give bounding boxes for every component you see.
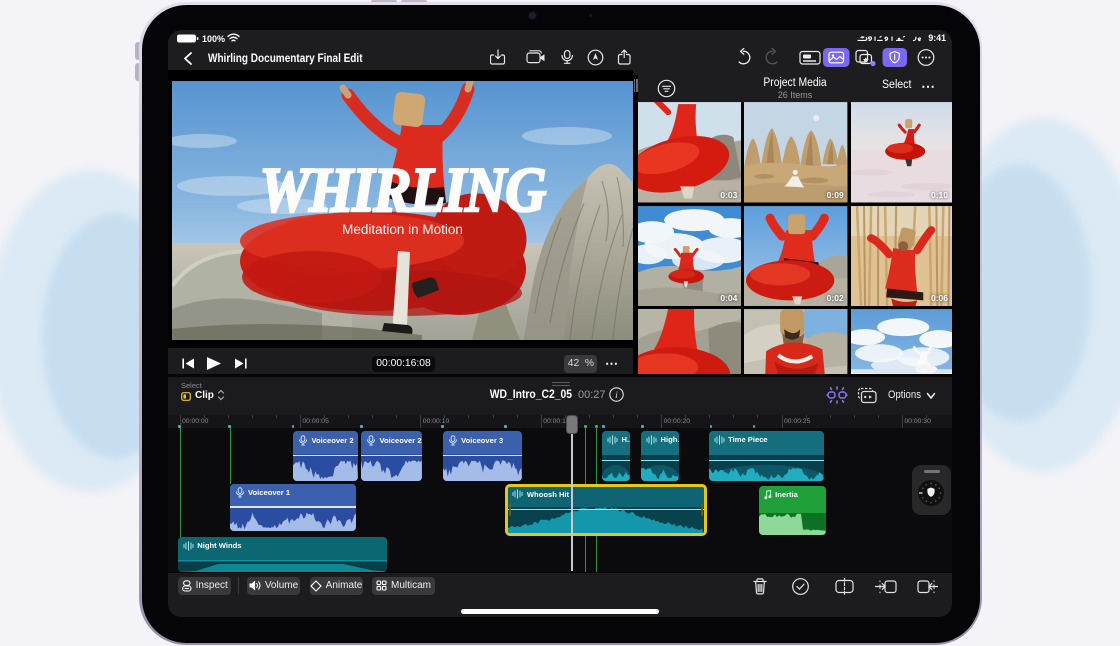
svg-text:i: i [615,391,618,401]
svg-text:9:41: 9:41 [928,33,946,43]
svg-text:100%: 100% [202,34,225,44]
